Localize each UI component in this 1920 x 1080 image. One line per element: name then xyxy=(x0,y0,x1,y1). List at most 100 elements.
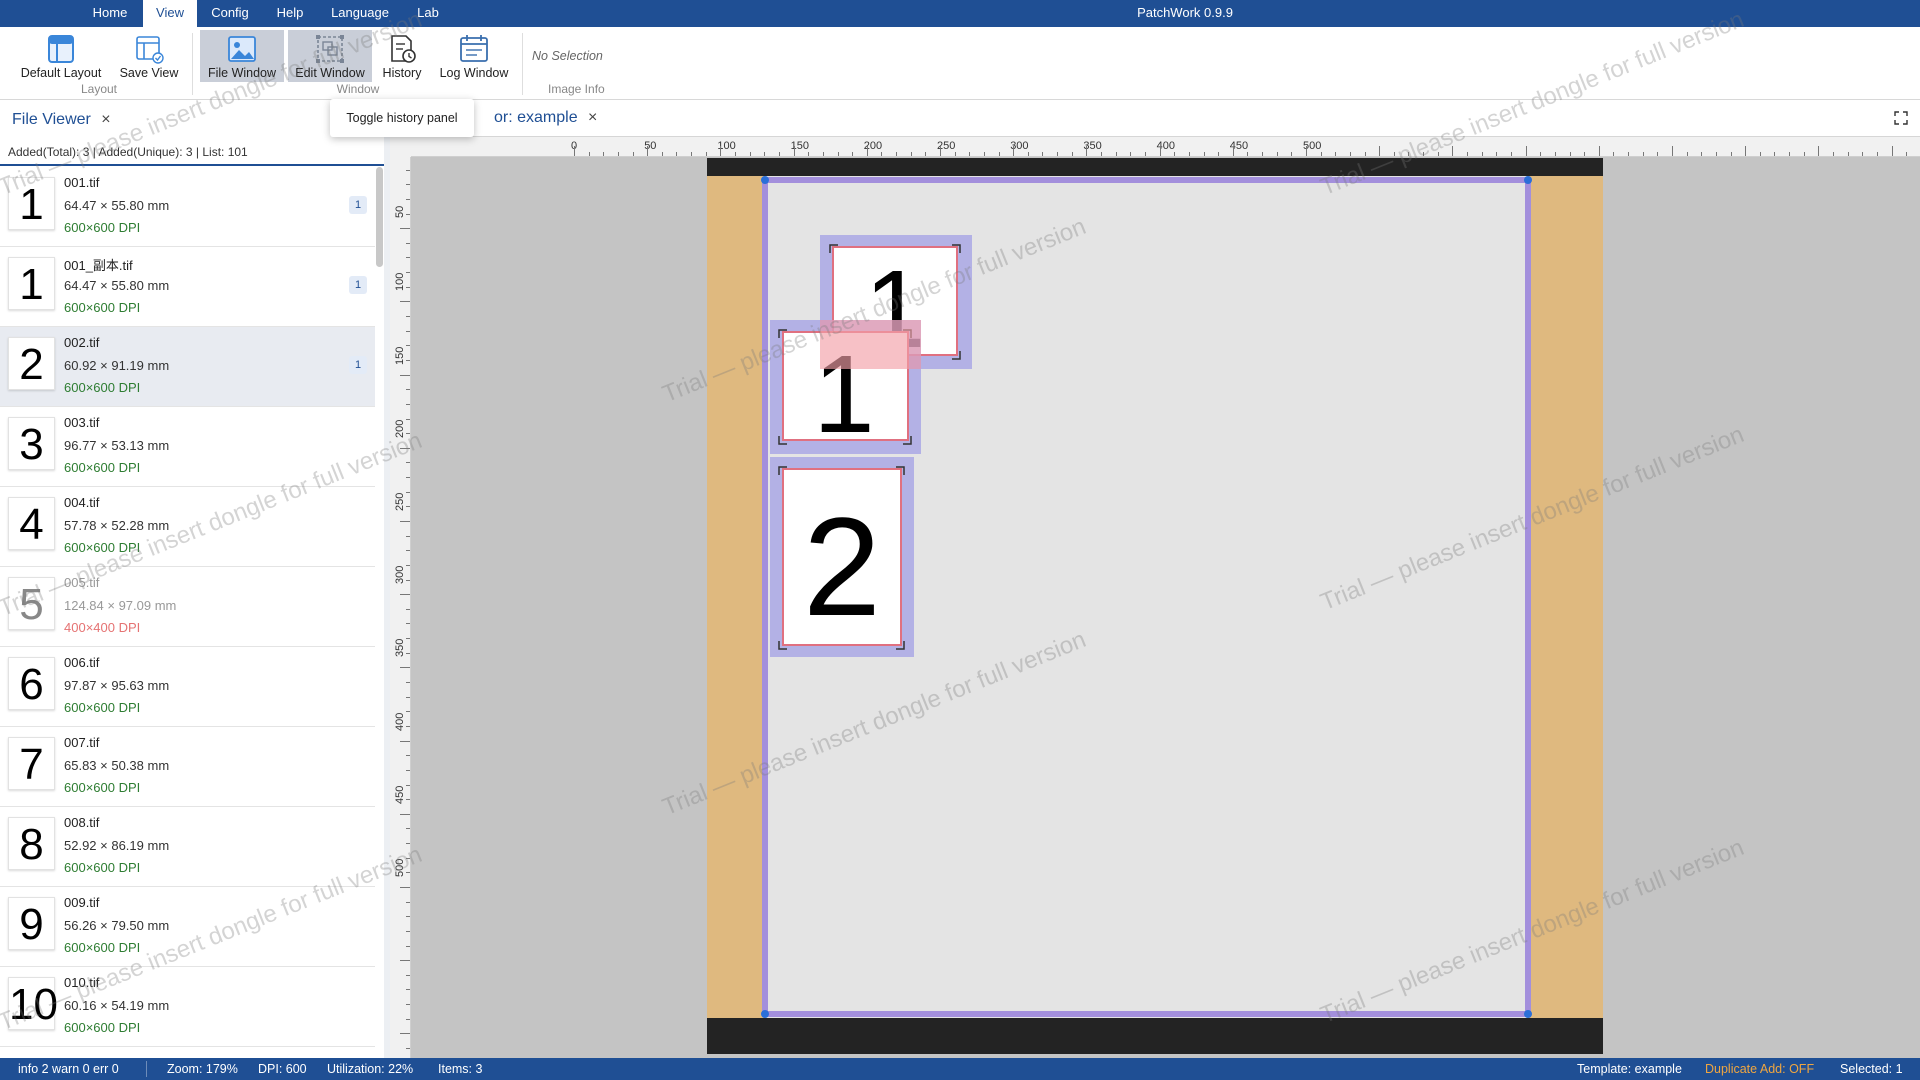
image-info-group-label: Image Info xyxy=(548,82,605,96)
menu-bar: Home View Config Help Language Lab Patch… xyxy=(0,0,1920,27)
file-name: 008.tif xyxy=(64,815,100,830)
utilization-readout: Utilization: 22% xyxy=(327,1062,414,1076)
file-name: 002.tif xyxy=(64,335,100,350)
file-dpi: 600×600 DPI xyxy=(64,700,141,715)
file-stats: Added(Total): 3 | Added(Unique): 3 | Lis… xyxy=(0,138,384,166)
template-readout: Template: example xyxy=(1577,1062,1682,1076)
history-button[interactable]: History xyxy=(378,30,426,82)
file-list: 1 001.tif 64.47 × 55.80 mm 600×600 DPI 1 1 001… xyxy=(0,167,375,1047)
file-name: 004.tif xyxy=(64,495,100,510)
file-name: 001_副本.tif xyxy=(64,258,133,273)
default-layout-button[interactable]: Default Layout xyxy=(14,30,108,82)
layout-icon xyxy=(48,35,74,63)
file-name: 007.tif xyxy=(64,735,100,750)
file-window-label: File Window xyxy=(207,66,277,80)
sheet-top-band xyxy=(707,158,1603,176)
file-list-item[interactable]: 1 001.tif 64.47 × 55.80 mm 600×600 DPI 1 xyxy=(0,167,375,247)
corner-handle[interactable] xyxy=(761,1010,769,1018)
file-dpi: 600×600 DPI xyxy=(64,220,141,235)
file-dpi: 600×600 DPI xyxy=(64,860,141,875)
file-dpi: 600×600 DPI xyxy=(64,540,141,555)
corner-handle[interactable] xyxy=(1524,1010,1532,1018)
tab-file-viewer[interactable]: File Viewer × xyxy=(0,105,111,135)
file-thumbnail: 1 xyxy=(8,177,55,230)
file-list-item[interactable]: 6 006.tif 97.87 × 95.63 mm 600×600 DPI xyxy=(0,647,375,727)
file-list-item[interactable]: 9 009.tif 56.26 × 79.50 mm 600×600 DPI xyxy=(0,887,375,967)
file-thumbnail: 2 xyxy=(8,337,55,390)
log-window-icon xyxy=(460,35,488,62)
file-dimensions: 57.78 × 52.28 mm xyxy=(64,518,170,533)
sheet-right-margin xyxy=(1528,176,1603,1018)
history-label: History xyxy=(382,66,422,80)
file-thumbnail: 5 xyxy=(8,577,55,630)
file-dimensions: 60.92 × 91.19 mm xyxy=(64,358,170,373)
editor-canvas[interactable]: 050100150200250300350400450500 050100150… xyxy=(390,137,1920,1058)
file-thumbnail: 9 xyxy=(8,897,55,950)
file-name: 003.tif xyxy=(64,415,100,430)
app-title: PatchWork 0.9.9 xyxy=(1137,5,1233,20)
file-dimensions: 97.87 × 95.63 mm xyxy=(64,678,170,693)
file-name: 001.tif xyxy=(64,175,100,190)
file-thumbnail: 7 xyxy=(8,737,55,790)
file-list-item[interactable]: 8 008.tif 52.92 × 86.19 mm 600×600 DPI xyxy=(0,807,375,887)
file-dpi: 600×600 DPI xyxy=(64,780,141,795)
file-dpi: 600×600 DPI xyxy=(64,300,141,315)
file-dpi: 400×400 DPI xyxy=(64,620,141,635)
log-counts[interactable]: info 2 warn 0 err 0 xyxy=(18,1058,119,1080)
corner-handle[interactable] xyxy=(1524,176,1532,184)
layout-sheet[interactable]: 1 1 2 xyxy=(390,137,1920,1058)
file-list-item[interactable]: 10 010.tif 60.16 × 54.19 mm 600×600 DPI xyxy=(0,967,375,1047)
default-layout-label: Default Layout xyxy=(20,66,102,80)
file-thumbnail: 3 xyxy=(8,417,55,470)
save-view-button[interactable]: Save View xyxy=(114,30,184,82)
dpi-readout: DPI: 600 xyxy=(258,1062,307,1076)
file-dimensions: 124.84 × 97.09 mm xyxy=(64,598,177,613)
placed-item-label: 2 xyxy=(803,488,881,645)
file-dpi: 600×600 DPI xyxy=(64,380,141,395)
file-thumbnail: 1 xyxy=(8,257,55,310)
maximize-icon[interactable] xyxy=(1894,111,1908,125)
layout-group-label: Layout xyxy=(80,82,118,96)
file-list-item[interactable]: 5 005.tif 124.84 × 97.09 mm 400×400 DPI xyxy=(0,567,375,647)
history-tooltip: Toggle history panel xyxy=(330,99,474,137)
status-bar: info 2 warn 0 err 0 Zoom: 179% DPI: 600 … xyxy=(0,1058,1920,1080)
duplicate-add-toggle[interactable]: Duplicate Add: OFF xyxy=(1705,1058,1814,1080)
file-viewer-tab-label: File Viewer xyxy=(12,111,91,128)
file-list-item[interactable]: 7 007.tif 65.83 × 50.38 mm 600×600 DPI xyxy=(0,727,375,807)
file-list-scrollbar[interactable] xyxy=(376,167,383,267)
menu-config[interactable]: Config xyxy=(205,0,255,27)
close-icon[interactable]: × xyxy=(101,111,110,128)
file-list-item[interactable]: 2 002.tif 60.92 × 91.19 mm 600×600 DPI 1 xyxy=(0,327,375,407)
file-name: 005.tif xyxy=(64,575,100,590)
file-list-item[interactable]: 1 001_副本.tif 64.47 × 55.80 mm 600×600 DPI 1 xyxy=(0,247,375,327)
tab-editor[interactable]: or: example × xyxy=(494,107,597,129)
menu-help[interactable]: Help xyxy=(270,0,310,27)
file-name: 009.tif xyxy=(64,895,100,910)
corner-handle[interactable] xyxy=(761,176,769,184)
zoom-readout: Zoom: 179% xyxy=(167,1062,238,1076)
menu-home[interactable]: Home xyxy=(88,0,132,27)
image-window-icon xyxy=(228,36,256,62)
file-thumbnail: 4 xyxy=(8,497,55,550)
window-group-label: Window xyxy=(336,82,380,96)
items-readout: Items: 3 xyxy=(438,1062,483,1076)
menu-language[interactable]: Language xyxy=(325,0,395,27)
edit-window-button[interactable]: Edit Window xyxy=(288,30,372,82)
file-list-item[interactable]: 3 003.tif 96.77 × 53.13 mm 600×600 DPI xyxy=(0,407,375,487)
file-dimensions: 65.83 × 50.38 mm xyxy=(64,758,170,773)
close-icon[interactable]: × xyxy=(588,109,597,126)
menu-view[interactable]: View xyxy=(143,0,197,27)
selected-readout: Selected: 1 xyxy=(1840,1062,1903,1076)
file-name: 010.tif xyxy=(64,975,100,990)
ribbon-separator xyxy=(192,33,193,95)
file-list-item[interactable]: 4 004.tif 57.78 × 52.28 mm 600×600 DPI xyxy=(0,487,375,567)
menu-lab[interactable]: Lab xyxy=(411,0,445,27)
file-window-button[interactable]: File Window xyxy=(200,30,284,82)
placed-item[interactable]: 2 xyxy=(770,457,914,657)
file-dimensions: 56.26 × 79.50 mm xyxy=(64,918,170,933)
log-window-button[interactable]: Log Window xyxy=(432,30,516,82)
edit-window-icon xyxy=(316,35,344,63)
usage-count-badge: 1 xyxy=(349,356,367,374)
image-info-no-selection: No Selection xyxy=(532,49,603,63)
ribbon-separator xyxy=(522,33,523,95)
